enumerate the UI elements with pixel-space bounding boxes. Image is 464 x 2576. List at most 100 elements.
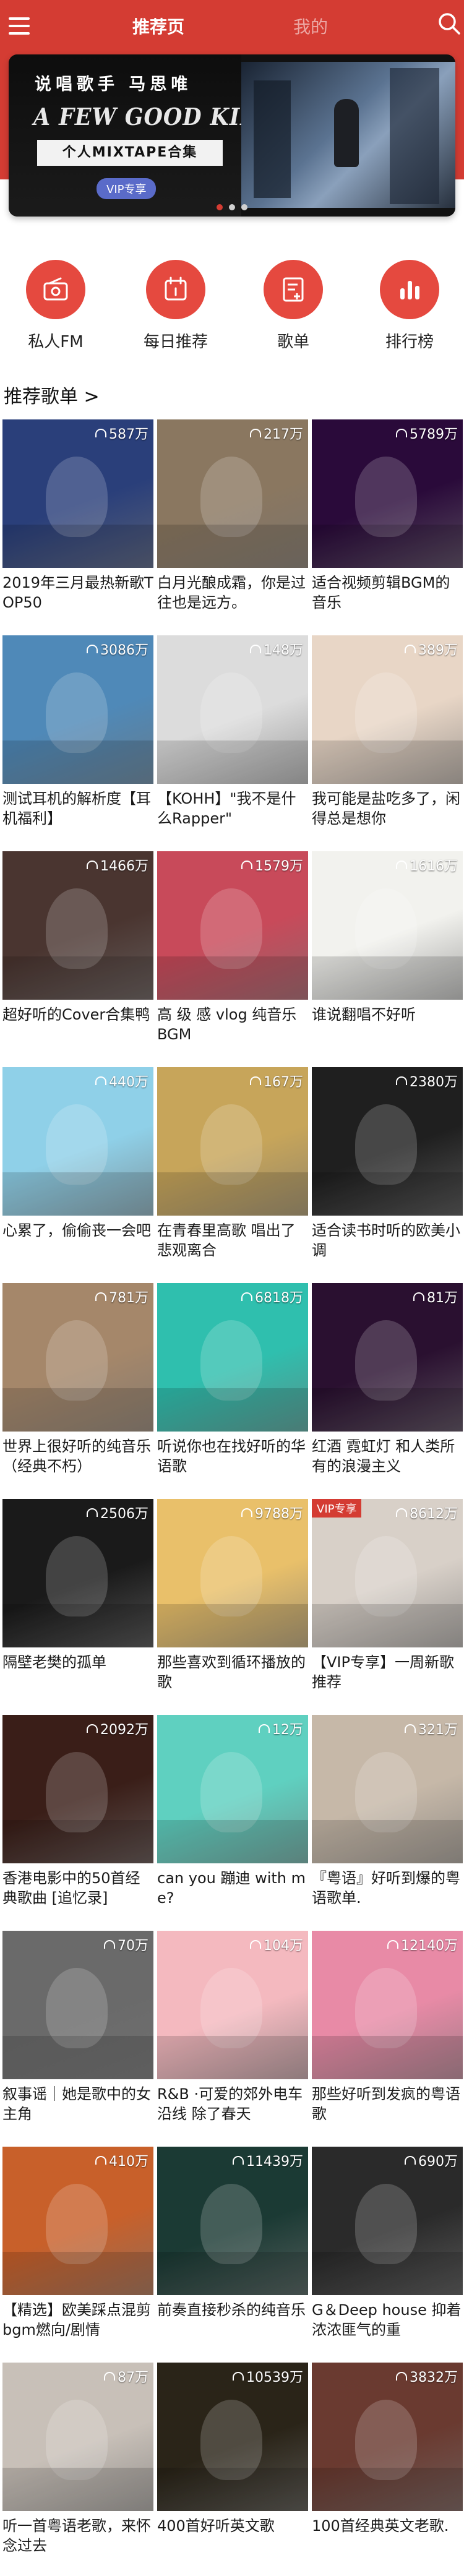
headphones-icon (241, 1292, 252, 1301)
playlist-card[interactable]: 70万 叙事谣｜她是歌中的女主角 (2, 1931, 153, 2141)
playlist-card[interactable]: 1579万高 级 感 vlog 纯音乐 BGM (157, 851, 308, 1062)
playlist-card[interactable]: 104万 R&B ·可爱的郊外电车沿线 除了春天 (157, 1931, 308, 2141)
play-count: 440万 (95, 1071, 148, 1091)
playlist-card[interactable]: 410万 【精选】欧美踩点混剪bgm燃向/剧情 (2, 2147, 153, 2357)
playlist-title: 听一首粤语老歌，来怀念过去 (2, 2517, 151, 2554)
nav-label: 排行榜 (385, 333, 434, 351)
playlist-title: 2019年三月最热新歌TOP50 (2, 574, 153, 611)
headphones-icon (95, 429, 106, 437)
play-count: 587万 (95, 423, 148, 443)
hamburger-menu-icon[interactable] (9, 17, 31, 36)
nav-circle (146, 260, 205, 319)
playlist-cover: 12万 (157, 1715, 308, 1863)
play-count-value: 690万 (418, 2154, 458, 2170)
playlist-card[interactable]: 1466万 超好听的Cover合集鸭 (2, 851, 153, 1062)
nav-daily-recommend[interactable]: 每日推荐 (137, 260, 212, 359)
nav-personal-fm[interactable]: 私人FM (17, 260, 92, 359)
play-count: 1616万 (396, 855, 458, 875)
banner-pagination[interactable] (204, 204, 260, 212)
headphones-icon (396, 429, 407, 437)
playlist-card[interactable]: 12140万 那些好听到发疯的粤语歌 (312, 1931, 463, 2141)
headphones-icon (250, 1076, 261, 1085)
playlist-cover: 440万 (2, 1067, 153, 1216)
nav-playlist[interactable]: 歌单 (255, 260, 329, 359)
headphones-icon (87, 1724, 98, 1733)
playlist-cover: 104万 (157, 1931, 308, 2079)
tab-mine[interactable]: 我的 (293, 14, 328, 38)
playlist-card[interactable]: 781万 世界上很好听的纯音乐（经典不朽） (2, 1283, 153, 1493)
headphones-icon (95, 1292, 106, 1301)
playlist-card[interactable]: 12万 can you 蹦迪 with me? (157, 1715, 308, 1925)
headphones-icon (241, 1508, 252, 1517)
nav-ranking[interactable]: 排行榜 (371, 260, 445, 359)
play-count-value: 81万 (427, 1290, 458, 1306)
play-count: 690万 (405, 2150, 458, 2170)
pagination-dot[interactable] (241, 204, 247, 210)
play-count-value: 217万 (264, 427, 303, 442)
playlist-card[interactable]: 6818万 听说你也在找好听的华语歌 (157, 1283, 308, 1493)
playlist-title: 【VIP专享】一周新歌推荐 (312, 1654, 454, 1691)
banner-subtitle: 个人MIXTAPE合集 (37, 140, 223, 166)
playlist-card[interactable]: 11439万 前奏直接秒杀的纯音乐 (157, 2147, 308, 2357)
play-count: 389万 (405, 639, 458, 659)
playlist-card[interactable]: 3086万 测试耳机的解析度【耳机福利】 (2, 635, 153, 846)
play-count: 5789万 (396, 423, 458, 443)
play-count: 12140万 (387, 1934, 458, 1954)
playlist-card[interactable]: 2092万 香港电影中的50首经典歌曲 [追忆录] (2, 1715, 153, 1925)
headphones-icon (104, 1940, 115, 1949)
playlist-title: 谁说翻唱不好听 (312, 1006, 416, 1023)
playlist-card[interactable]: 148万 【KOHH】"我不是什么Rapper" (157, 635, 308, 846)
playlist-card[interactable]: 10539万 400首好听英文歌 (157, 2363, 308, 2573)
playlist-card[interactable]: 3832万 100首经典英文老歌. (312, 2363, 463, 2573)
play-count-value: 781万 (109, 1290, 148, 1306)
playlist-card[interactable]: 87万听一首粤语老歌，来怀念过去 (2, 2363, 153, 2573)
pagination-dot[interactable] (229, 204, 235, 210)
playlist-card[interactable]: 440万 心累了，偷偷丧一会吧 (2, 1067, 153, 1277)
playlist-cover: 389万 (312, 635, 463, 784)
playlist-card[interactable]: 2380万 适合读书时听的欧美小调 (312, 1067, 463, 1277)
headphones-icon (95, 1076, 106, 1085)
play-count: 8612万 (396, 1503, 458, 1522)
play-count-value: 389万 (418, 643, 458, 658)
headphones-icon (95, 2156, 106, 2165)
tab-recommend[interactable]: 推荐页 (132, 14, 184, 38)
playlist-cover: 87万 (2, 2363, 153, 2511)
playlist-card[interactable]: 9788万 那些喜欢到循环播放的歌 (157, 1499, 308, 1709)
playlist-card[interactable]: 81万 红酒 霓虹灯 和人类所有的浪漫主义 (312, 1283, 463, 1493)
nav-label: 每日推荐 (143, 333, 208, 351)
playlist-card[interactable]: 389万 我可能是盐吃多了，闲得总是想你 (312, 635, 463, 846)
play-count-value: 104万 (264, 1938, 303, 1954)
playlist-cover: 1579万 (157, 851, 308, 1000)
play-count-value: 12万 (272, 1722, 303, 1738)
play-count-value: 410万 (109, 2154, 148, 2170)
playlist-cover: 10539万 (157, 2363, 308, 2511)
playlist-card[interactable]: 217万白月光酿成霜，你是过往也是远方。 (157, 419, 308, 630)
play-count-value: 11439万 (246, 2154, 303, 2170)
play-count: 3832万 (396, 2366, 458, 2386)
promo-banner[interactable]: 说唱歌手 马思唯 A FEW GOOD KIDS 个人MIXTAPE合集 VIP… (9, 54, 455, 217)
playlist-card[interactable]: 587万 2019年三月最热新歌TOP50 (2, 419, 153, 630)
headphones-icon (405, 645, 416, 653)
playlist-title: 白月光酿成霜，你是过往也是远方。 (157, 574, 306, 611)
playlist-card[interactable]: 5789万适合视频剪辑BGM的音乐 (312, 419, 463, 630)
nav-circle (26, 260, 85, 319)
playlist-card[interactable]: 2506万 隔壁老樊的孤单 (2, 1499, 153, 1709)
playlist-cover: 1616万 (312, 851, 463, 1000)
play-count: 410万 (95, 2150, 148, 2170)
playlist-card[interactable]: 690万 G＆Deep house 抑着浓浓匪气的重 (312, 2147, 463, 2357)
play-count-value: 148万 (264, 643, 303, 658)
play-count-value: 6818万 (255, 1290, 303, 1306)
play-count: 6818万 (241, 1287, 303, 1307)
play-count-value: 9788万 (255, 1506, 303, 1522)
playlist-title: 适合读书时听的欧美小调 (312, 1222, 460, 1259)
playlist-card[interactable]: 1616万谁说翻唱不好听 (312, 851, 463, 1062)
playlist-title: 适合视频剪辑BGM的音乐 (312, 574, 450, 611)
section-title-recommended-playlists[interactable]: 推荐歌单 > (4, 381, 100, 408)
pagination-dot[interactable] (217, 204, 223, 210)
playlist-card[interactable]: 167万 在青春里高歌 唱出了悲观离合 (157, 1067, 308, 1277)
playlist-card[interactable]: 321万 『粤语』好听到爆的粤语歌单. (312, 1715, 463, 1925)
playlist-cover: 2506万 (2, 1499, 153, 1647)
search-icon[interactable] (437, 11, 462, 36)
playlist-card[interactable]: VIP专享 8612万 【VIP专享】一周新歌推荐 (312, 1499, 463, 1709)
playlist-cover: 12140万 (312, 1931, 463, 2079)
